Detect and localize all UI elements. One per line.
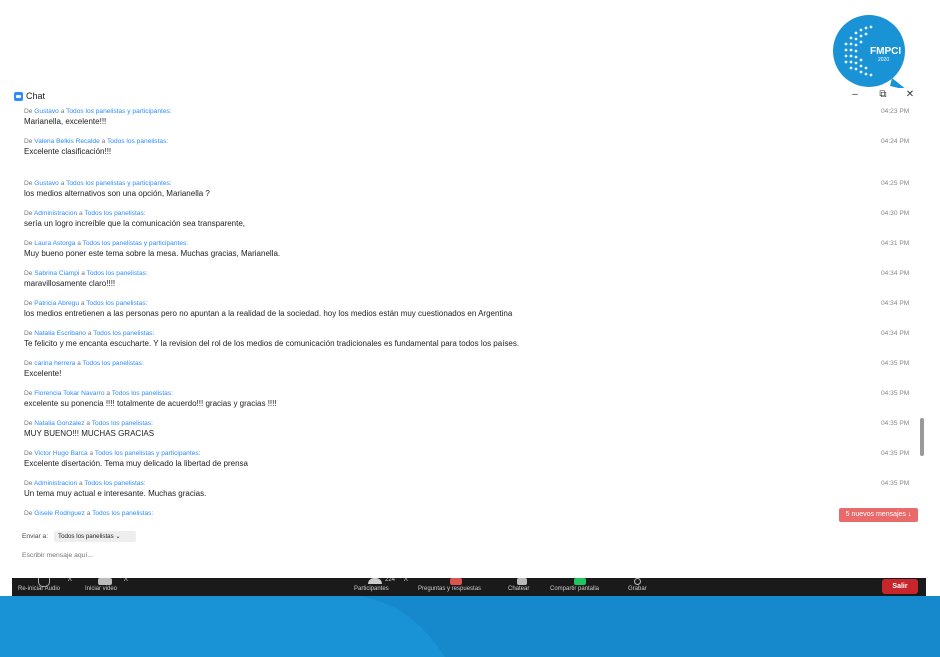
participants-caret-icon[interactable]: ^	[404, 578, 408, 586]
send-to-label: Enviar a:	[22, 533, 49, 540]
record-icon[interactable]	[634, 578, 641, 585]
fmpci-logo: FMPCI 2020	[833, 15, 907, 90]
chat-window: Chat – ⧉ ✕ De Gustavo a Todos los paneli…	[12, 88, 926, 578]
participants-icon[interactable]	[368, 578, 382, 584]
new-messages-button[interactable]: 5 nuevos mensajes ↓	[839, 508, 918, 522]
sender-name[interactable]: Gustavo	[34, 180, 59, 187]
message-text: Excelente clasificación!!!	[24, 147, 112, 156]
message-time: 04:35 PM	[881, 390, 910, 397]
message-text: Excelente disertación. Tema muy delicado…	[24, 459, 248, 468]
message-header: De Sabrina Ciampi a Todos los panelistas…	[24, 270, 148, 277]
message-header: De Victor Hugo Barca a Todos los panelis…	[24, 450, 201, 457]
share-screen-button[interactable]: Compartir pantalla	[550, 586, 599, 592]
sender-name[interactable]: Laura Astorga	[34, 240, 75, 247]
message-header: De Gisele Rodriguez a Todos los panelist…	[24, 510, 154, 517]
sender-name[interactable]: Administracion	[34, 210, 77, 217]
message-text: Marianella, excelente!!!	[24, 117, 107, 126]
message-text: los medios entretienen a las personas pe…	[24, 309, 513, 318]
message-text: sería un logro increíble que la comunica…	[24, 219, 246, 228]
message-input[interactable]	[22, 549, 902, 561]
video-button[interactable]: Iniciar video	[85, 586, 117, 592]
sender-name[interactable]: Gustavo	[34, 108, 59, 115]
participants-button[interactable]: Participantes	[354, 586, 389, 592]
send-to-dropdown[interactable]: Todos los panelistas ⌄	[54, 531, 136, 542]
chat-scrollbar[interactable]	[920, 418, 924, 456]
message-header: De Natalia Escribano a Todos los panelis…	[24, 330, 155, 337]
message-header: De Administracion a Todos los panelistas…	[24, 210, 146, 217]
logo-text: FMPCI	[870, 46, 901, 57]
message-header: De Florencia Tokar Navarro a Todos los p…	[24, 390, 173, 397]
chat-message-list[interactable]: De Gustavo a Todos los panelistas y part…	[12, 106, 926, 523]
message-time: 04:30 PM	[881, 210, 910, 217]
audio-button[interactable]: Re-iniciar Audio	[18, 586, 60, 592]
sender-name[interactable]: Patricia Abregu	[34, 300, 79, 307]
window-title: Chat	[26, 91, 46, 101]
participants-count: 224	[385, 578, 396, 583]
message-header: De Valeria Belkis Recalde a Todos los pa…	[24, 138, 169, 145]
sender-name[interactable]: Sabrina Ciampi	[34, 270, 79, 277]
message-time: 04:35 PM	[881, 450, 910, 457]
record-button[interactable]: Grabar	[628, 586, 647, 592]
audio-caret-icon[interactable]: ^	[68, 578, 72, 586]
qa-icon[interactable]	[450, 578, 462, 585]
message-text: maravillosamente claro!!!!	[24, 279, 116, 288]
message-time: 04:34 PM	[881, 300, 910, 307]
exit-button[interactable]: Salir	[882, 579, 918, 594]
logo-year: 2020	[878, 57, 889, 63]
message-header: De Administracion a Todos los panelistas…	[24, 480, 146, 487]
chat-icon[interactable]	[517, 578, 527, 585]
share-screen-icon[interactable]	[574, 578, 586, 585]
message-header: De Patricia Abregu a Todos los panelista…	[24, 300, 148, 307]
message-time: 04:23 PM	[881, 108, 910, 115]
sender-name[interactable]: Natalia Gonzalez	[34, 420, 84, 427]
message-header: De Gustavo a Todos los panelistas y part…	[24, 108, 172, 115]
video-caret-icon[interactable]: ^	[124, 578, 128, 586]
chat-button[interactable]: Chatear	[508, 586, 529, 592]
zoom-app-icon	[14, 92, 23, 101]
sender-name[interactable]: Florencia Tokar Navarro	[34, 390, 104, 397]
restore-button[interactable]: ⧉	[876, 89, 890, 100]
message-header: De Laura Astorga a Todos los panelistas …	[24, 240, 189, 247]
message-text: MUY BUENO!!! MUCHAS GRACIAS	[24, 429, 155, 438]
sender-name[interactable]: Victor Hugo Barca	[34, 450, 87, 457]
qa-button[interactable]: Preguntas y respuestas	[418, 586, 481, 592]
message-text: los medios alternativos son una opción, …	[24, 189, 210, 198]
sender-name[interactable]: carina herrera	[34, 360, 75, 367]
meeting-toolbar: ^ Re-iniciar Audio ^ Iniciar video 224 ^…	[12, 578, 926, 596]
sender-name[interactable]: Administracion	[34, 480, 77, 487]
video-off-icon[interactable]	[98, 578, 112, 585]
sender-name[interactable]: Natalia Escribano	[34, 330, 86, 337]
message-time: 04:24 PM	[881, 138, 910, 145]
chat-titlebar: Chat – ⧉ ✕	[12, 88, 926, 106]
message-time: 04:35 PM	[881, 480, 910, 487]
message-text: excelente su ponencia !!!! totalmente de…	[24, 399, 277, 408]
message-time: 04:34 PM	[881, 270, 910, 277]
message-time: 04:34 PM	[881, 330, 910, 337]
message-text: Un tema muy actual e interesante. Muchas…	[24, 489, 207, 498]
decorative-band	[0, 596, 940, 657]
message-text: Te felicito y me encanta escucharte. Y l…	[24, 339, 520, 348]
message-header: De carina herrera a Todos los panelistas…	[24, 360, 144, 367]
minimize-button[interactable]: –	[848, 89, 862, 100]
close-button[interactable]: ✕	[903, 89, 917, 100]
message-header: De Gustavo a Todos los panelistas y part…	[24, 180, 172, 187]
message-time: 04:35 PM	[881, 420, 910, 427]
sender-name[interactable]: Gisele Rodriguez	[34, 510, 85, 517]
message-time: 04:31 PM	[881, 240, 910, 247]
message-time: 04:35 PM	[881, 360, 910, 367]
message-header: De Natalia Gonzalez a Todos los panelist…	[24, 420, 153, 427]
message-time: 04:25 PM	[881, 180, 910, 187]
message-text: Muy bueno poner este tema sobre la mesa.…	[24, 249, 281, 258]
message-text: Excelente!	[24, 369, 62, 378]
sender-name[interactable]: Valeria Belkis Recalde	[34, 138, 99, 145]
